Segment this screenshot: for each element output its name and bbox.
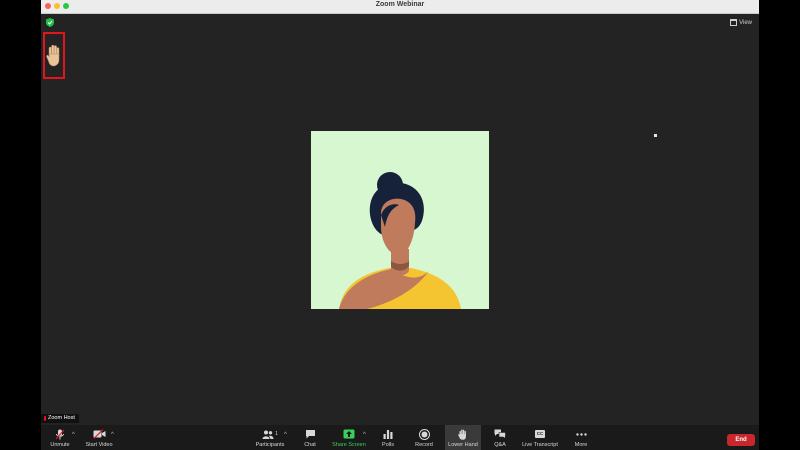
cc-icon: CC	[534, 428, 546, 440]
share-screen-label: Share Screen	[332, 442, 366, 448]
end-button[interactable]: End	[727, 434, 755, 446]
more-button[interactable]: More	[569, 425, 593, 450]
record-icon	[418, 428, 430, 440]
chat-button[interactable]: Chat	[299, 425, 321, 450]
share-arrow-icon	[343, 428, 355, 440]
share-screen-button[interactable]: Share Screen	[331, 425, 367, 450]
title-bar: Zoom Webinar	[41, 0, 759, 14]
people-icon: 1	[262, 428, 278, 440]
chat-label: Chat	[304, 442, 316, 448]
participants-options-caret[interactable]: ^	[284, 432, 287, 438]
record-label: Record	[415, 442, 433, 448]
ellipsis-icon	[575, 428, 587, 440]
bar-chart-icon	[383, 428, 393, 440]
unmute-button[interactable]: Unmute	[47, 425, 73, 450]
chat-bubble-icon	[305, 428, 316, 440]
video-options-caret[interactable]: ^	[111, 432, 114, 438]
live-transcript-label: Live Transcript	[522, 442, 558, 448]
polls-button[interactable]: Polls	[377, 425, 399, 450]
participant-video-tile[interactable]	[311, 131, 489, 309]
audio-options-caret[interactable]: ^	[72, 432, 75, 438]
hand-icon	[458, 428, 468, 440]
qa-bubbles-icon	[494, 428, 506, 440]
qa-label: Q&A	[494, 442, 506, 448]
participants-button[interactable]: 1 Participants	[253, 425, 287, 450]
share-options-caret[interactable]: ^	[363, 432, 366, 438]
shield-check-icon[interactable]	[46, 18, 54, 27]
raised-hand-indicator	[43, 32, 65, 79]
view-button[interactable]: View	[730, 18, 752, 27]
participants-label: Participants	[255, 442, 285, 448]
qa-button[interactable]: Q&A	[489, 425, 511, 450]
record-button[interactable]: Record	[411, 425, 437, 450]
cc-badge: CC	[534, 430, 546, 438]
participants-count: 1	[275, 431, 278, 437]
live-transcript-button[interactable]: CC Live Transcript	[519, 425, 561, 450]
lower-hand-label: Lower Hand	[448, 442, 478, 448]
meeting-toolbar: Unmute ^ Start Video ^ 1 Participants ^ …	[41, 425, 759, 450]
grid-view-icon	[730, 19, 738, 26]
view-button-label: View	[739, 19, 752, 26]
window-title: Zoom Webinar	[375, 1, 425, 8]
participant-name: Zoom Host	[48, 415, 75, 421]
muted-mic-icon	[44, 416, 46, 421]
unmute-label: Unmute	[50, 442, 70, 448]
start-video-label: Start Video	[85, 442, 113, 448]
raised-hand-icon	[46, 44, 60, 66]
zoom-window: Zoom Webinar View Zoom Host Unmute ^ Sta…	[41, 0, 759, 450]
microphone-muted-icon	[55, 428, 65, 440]
lower-hand-button[interactable]: Lower Hand	[445, 425, 481, 450]
camera-off-icon	[93, 428, 106, 440]
polls-label: Polls	[382, 442, 394, 448]
participant-name-label: Zoom Host	[41, 414, 79, 423]
avatar	[339, 172, 461, 309]
more-label: More	[574, 442, 588, 448]
cursor-dot	[654, 134, 657, 137]
